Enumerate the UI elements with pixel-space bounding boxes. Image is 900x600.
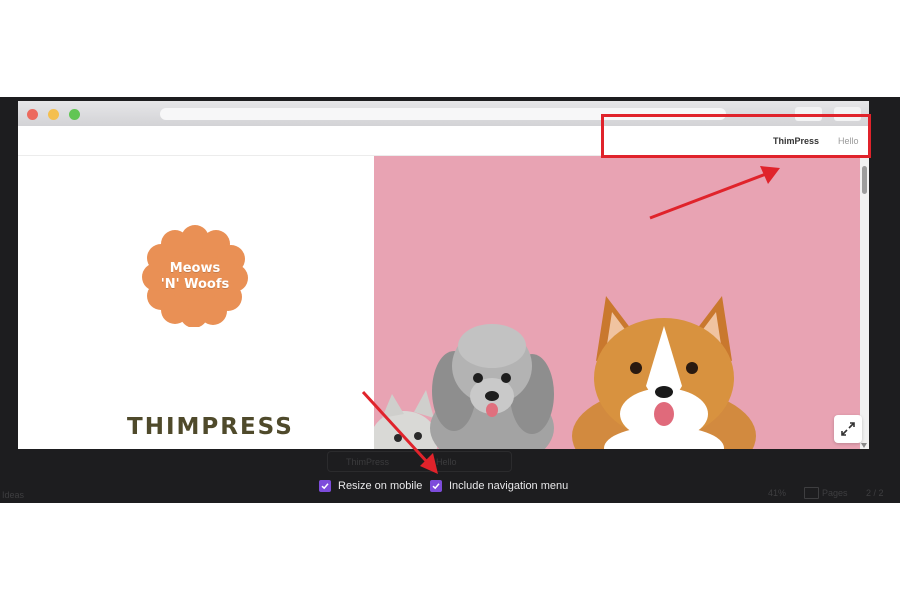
- pets-photo: [374, 296, 756, 449]
- corgi-illustration: [572, 296, 756, 449]
- badge-text: Meows 'N' Woofs: [142, 261, 248, 293]
- close-dot-icon[interactable]: [27, 109, 38, 120]
- resize-on-mobile-label: Resize on mobile: [338, 480, 423, 492]
- page-count: 2 / 2: [866, 488, 884, 498]
- pages-label[interactable]: Pages: [822, 488, 848, 498]
- faint-tab-thimpress: ThimPress: [346, 457, 390, 467]
- pages-icon[interactable]: [804, 487, 819, 499]
- poodle-illustration: [430, 324, 554, 449]
- zoom-level[interactable]: 41%: [768, 488, 786, 498]
- hero-image: [374, 156, 860, 449]
- scroll-thumb[interactable]: [862, 166, 867, 194]
- page-scrollbar[interactable]: [860, 156, 869, 449]
- hero-left-panel: Meows 'N' Woofs THIMPRESS: [18, 156, 374, 449]
- faint-tab-hello: Hello: [436, 457, 457, 467]
- resize-on-mobile-checkbox[interactable]: [319, 480, 331, 492]
- ideas-label[interactable]: Ideas: [2, 490, 24, 500]
- include-navigation-label: Include navigation menu: [449, 480, 569, 492]
- cat-illustration: [374, 390, 438, 449]
- zoom-dot-icon[interactable]: [69, 109, 80, 120]
- resize-on-mobile-option[interactable]: Resize on mobile: [319, 478, 422, 494]
- nav-highlight-box: [601, 114, 871, 158]
- check-icon: [432, 483, 440, 490]
- scroll-down-icon[interactable]: [861, 443, 867, 448]
- brand-name: THIMPRESS: [127, 414, 294, 440]
- expand-button[interactable]: [834, 415, 862, 443]
- include-navigation-option[interactable]: Include navigation menu: [430, 478, 568, 494]
- badge-line-1: Meows: [169, 261, 221, 276]
- logo-badge: Meows 'N' Woofs: [142, 225, 248, 328]
- expand-icon: [841, 422, 855, 436]
- minimize-dot-icon[interactable]: [48, 109, 59, 120]
- badge-line-2: 'N' Woofs: [160, 277, 230, 292]
- check-icon: [321, 483, 329, 490]
- include-navigation-checkbox[interactable]: [430, 480, 442, 492]
